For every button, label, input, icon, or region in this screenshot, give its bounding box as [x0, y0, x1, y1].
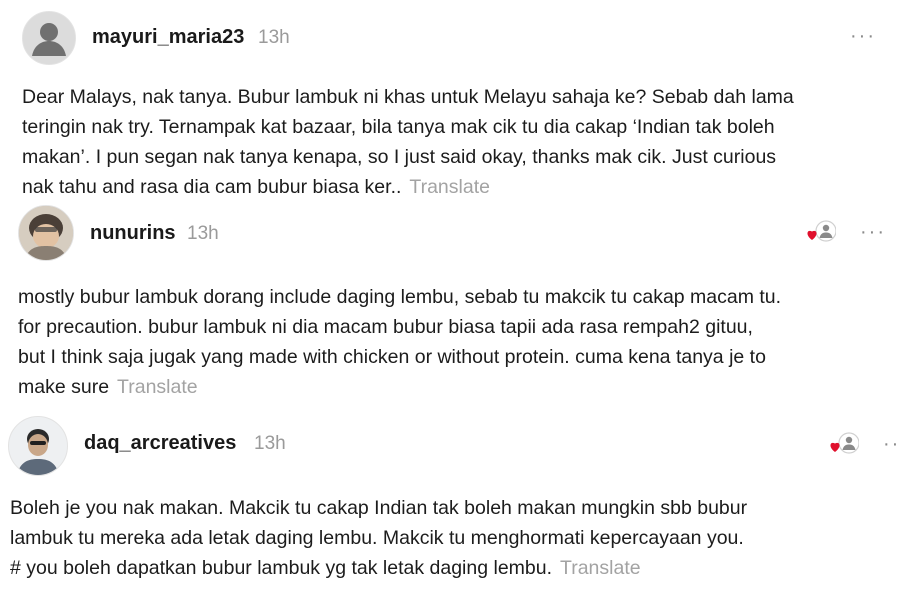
comment-1: mayuri_maria23 13h ··· Dear Malays, nak …	[0, 0, 900, 205]
comment-username[interactable]: daq_arcreatives	[84, 432, 236, 455]
translate-link[interactable]: Translate	[117, 376, 198, 398]
comment-line: make sure	[18, 376, 110, 398]
comment-body: mostly bubur lambuk dorang include dagin…	[18, 282, 781, 402]
translate-link[interactable]: Translate	[409, 176, 490, 198]
comment-username[interactable]: mayuri_maria23	[92, 26, 244, 49]
comment-line: teringin nak try. Ternampak kat bazaar, …	[22, 116, 775, 138]
more-options-icon[interactable]: ···	[850, 25, 876, 48]
comment-thread: mayuri_maria23 13h ··· Dear Malays, nak …	[0, 0, 900, 600]
comment-line: for precaution. bubur lambuk ni dia maca…	[18, 316, 753, 338]
comment-line: but I think saja jugak yang made with ch…	[18, 346, 766, 368]
comment-body: Boleh je you nak makan. Makcik tu cakap …	[10, 493, 747, 583]
comment-line-last: make sure Translate	[18, 372, 781, 402]
avatar[interactable]	[18, 205, 74, 261]
comment-username[interactable]: nunurins	[90, 222, 176, 245]
comment-2: nunurins 13h ··· mostly bubur lambuk dor…	[0, 205, 900, 405]
comment-line: nak tahu and rasa dia cam bubur biasa ke…	[22, 176, 402, 198]
avatar-default-user-icon[interactable]	[22, 11, 76, 65]
comment-line: makan’. I pun segan nak tanya kenapa, so…	[22, 146, 777, 168]
comment-3: daq_arcreatives 13h ·· Boleh je you nak …	[0, 405, 900, 600]
comment-line: mostly bubur lambuk dorang include dagin…	[18, 286, 782, 308]
liked-by-author-icon	[829, 431, 859, 457]
comment-line-last: nak tahu and rasa dia cam bubur biasa ke…	[22, 172, 794, 202]
comment-line: Dear Malays, nak tanya. Bubur lambuk ni …	[22, 86, 794, 108]
comment-line: lambuk tu mereka ada letak daging lembu.…	[10, 527, 744, 549]
comment-body: Dear Malays, nak tanya. Bubur lambuk ni …	[22, 82, 794, 202]
translate-link[interactable]: Translate	[560, 557, 641, 579]
more-options-icon[interactable]: ···	[860, 221, 886, 244]
more-options-icon[interactable]: ··	[883, 433, 900, 456]
comment-line: Boleh je you nak makan. Makcik tu cakap …	[10, 497, 748, 519]
comment-timestamp: 13h	[187, 223, 219, 244]
comment-line-last: # you boleh dapatkan bubur lambuk yg tak…	[10, 553, 747, 583]
liked-by-author-icon	[806, 219, 836, 245]
avatar[interactable]	[8, 416, 68, 476]
comment-timestamp: 13h	[258, 27, 290, 48]
comment-line: # you boleh dapatkan bubur lambuk yg tak…	[10, 557, 553, 579]
comment-timestamp: 13h	[254, 433, 286, 454]
